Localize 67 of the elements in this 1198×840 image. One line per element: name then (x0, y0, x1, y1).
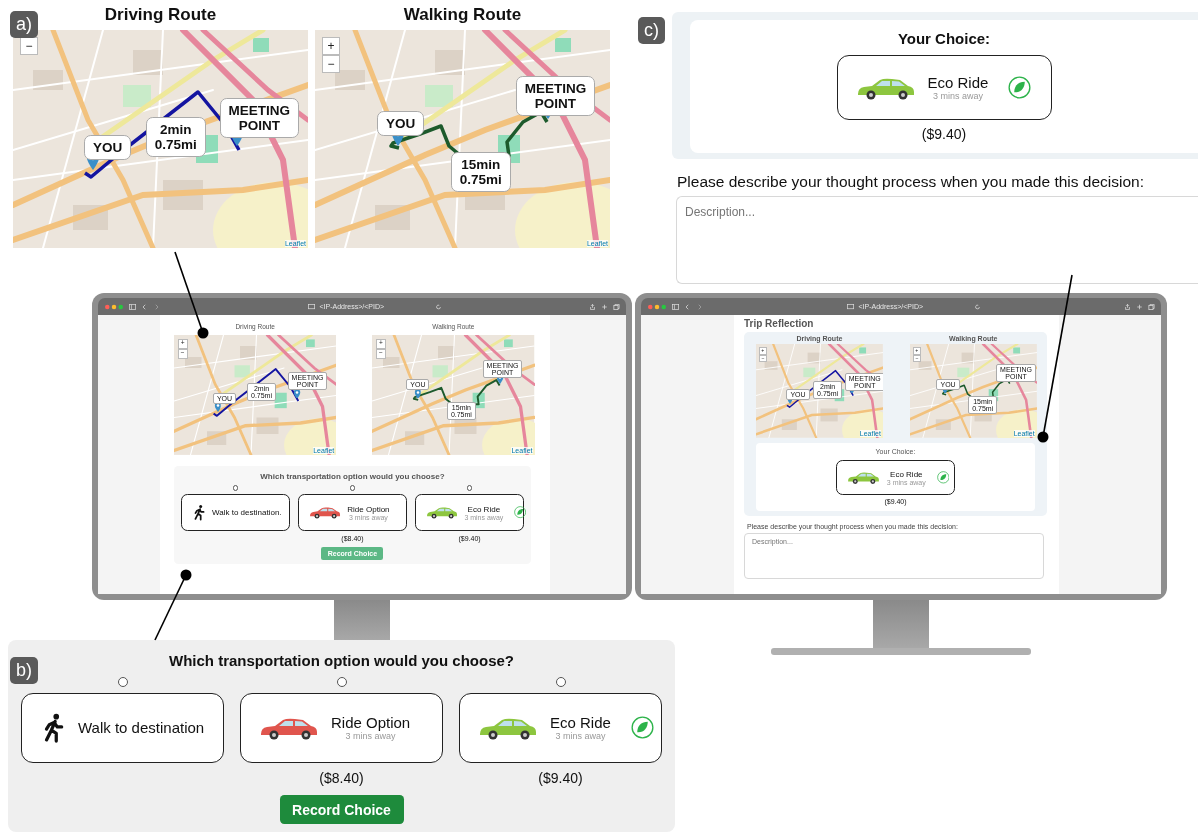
car-icon (847, 470, 881, 485)
tabs-icon[interactable] (1148, 303, 1155, 310)
screen-icon[interactable] (307, 303, 315, 310)
leader-line (154, 569, 192, 641)
back-icon[interactable] (141, 303, 148, 310)
sidebar-icon[interactable] (672, 303, 679, 310)
zoom-button[interactable]: + (322, 37, 340, 55)
reload-icon[interactable] (973, 303, 981, 310)
option-name: Ride Option (331, 714, 411, 731)
option-subtitle: 3 mins away (345, 731, 396, 741)
monitor-stand (334, 600, 390, 640)
radio-button[interactable] (349, 485, 356, 491)
radio-button[interactable] (466, 485, 473, 491)
forward-icon[interactable] (153, 303, 160, 310)
window-controls-icon[interactable] (104, 303, 124, 310)
plus-icon[interactable] (601, 303, 608, 310)
panel-label: a) (10, 11, 38, 38)
route-info-label: 15min 0.75mi (450, 152, 511, 193)
leaf-icon (1008, 76, 1032, 99)
monitor-stand (873, 600, 929, 648)
zoom-button[interactable]: − (322, 55, 340, 73)
radio-button[interactable] (232, 485, 238, 491)
plus-icon[interactable] (1136, 303, 1143, 310)
price-text: ($9.40) (921, 125, 967, 142)
description-field[interactable]: Description... (676, 195, 1198, 284)
record-choice-button[interactable]: Record Choice (279, 795, 404, 824)
radio-button[interactable] (117, 676, 128, 687)
option-name: Eco Ride (467, 504, 501, 514)
price-text: ($9.40) (538, 769, 583, 786)
destination-label: MEETING POINT (219, 97, 300, 138)
radio-button[interactable] (555, 676, 566, 687)
option-name: Eco Ride (927, 74, 989, 91)
leaf-icon (630, 716, 654, 739)
leaf-icon (936, 471, 950, 484)
tabs-icon[interactable] (613, 303, 620, 310)
prompt-text: Please describe your thought process when you made this decision: (677, 172, 1145, 191)
back-icon[interactable] (684, 303, 691, 310)
share-icon[interactable] (1124, 303, 1131, 310)
option-name: Eco Ride (890, 469, 923, 479)
route-info-label: 2min 0.75mi (145, 117, 206, 158)
option-subtitle: 3 mins away (932, 91, 983, 101)
screen-icon[interactable] (846, 303, 854, 310)
map-title: Walking Route (403, 4, 522, 26)
choice-title: Your Choice: (897, 30, 991, 47)
question-text: Which transportation option would you choose? (169, 652, 514, 669)
sidebar-icon[interactable] (129, 303, 136, 310)
car-icon (425, 506, 458, 519)
question-text: Which transportation option would you choose? (260, 472, 445, 482)
destination-label: MEETING POINT (515, 75, 596, 116)
page-heading: Trip Reflection (744, 318, 815, 331)
window-controls-icon[interactable] (647, 303, 667, 310)
option-name: Eco Ride (550, 714, 611, 731)
radio-button[interactable] (336, 676, 347, 687)
reload-icon[interactable] (434, 303, 442, 310)
option-subtitle: 3 mins away (555, 731, 606, 741)
option-name: Ride Option (347, 504, 390, 514)
option-name: Walk to destination. (211, 508, 282, 518)
panel-label: b) (10, 657, 38, 684)
forward-icon[interactable] (696, 303, 703, 310)
map-title: Driving Route (104, 4, 217, 26)
zoom-button[interactable]: − (20, 37, 38, 55)
share-icon[interactable] (589, 303, 596, 310)
panel-label: c) (638, 17, 665, 44)
leaf-icon (514, 506, 527, 519)
option-name: Walk to destination (78, 719, 205, 736)
car-icon (308, 506, 341, 519)
price-text: ($8.40) (319, 769, 364, 786)
